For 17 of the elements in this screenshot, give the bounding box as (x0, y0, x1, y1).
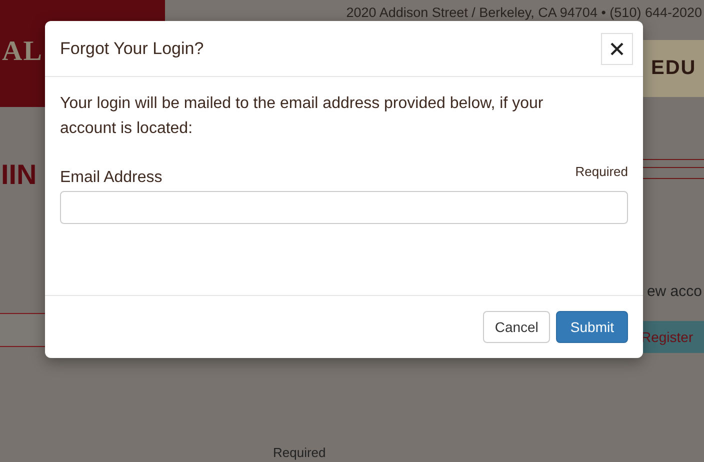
field-label: Email Address (60, 169, 162, 187)
email-field[interactable] (60, 191, 628, 224)
page-heading: IIN (1, 158, 37, 192)
input-field[interactable] (0, 313, 45, 347)
address-text: 2020 Addison Street / Berkeley, CA 94704 • (510) 644-2020 (345, 4, 703, 20)
brand-logo-text: AL (2, 36, 43, 68)
nav-link[interactable]: EDU (651, 57, 696, 80)
close-icon (610, 42, 624, 56)
submit-button[interactable]: Submit (556, 311, 628, 343)
required-label: Required (575, 164, 628, 179)
cancel-button[interactable]: Cancel (482, 311, 550, 343)
dialog-message: Your login will be mailed to the email address provided below, if your account is located: (60, 94, 544, 139)
page-text: ew acco (646, 283, 702, 302)
decorative-lines (643, 159, 704, 179)
dialog-title: Forgot Your Login? (60, 38, 204, 58)
required-label: Required (273, 445, 326, 460)
close-button[interactable] (601, 32, 633, 64)
